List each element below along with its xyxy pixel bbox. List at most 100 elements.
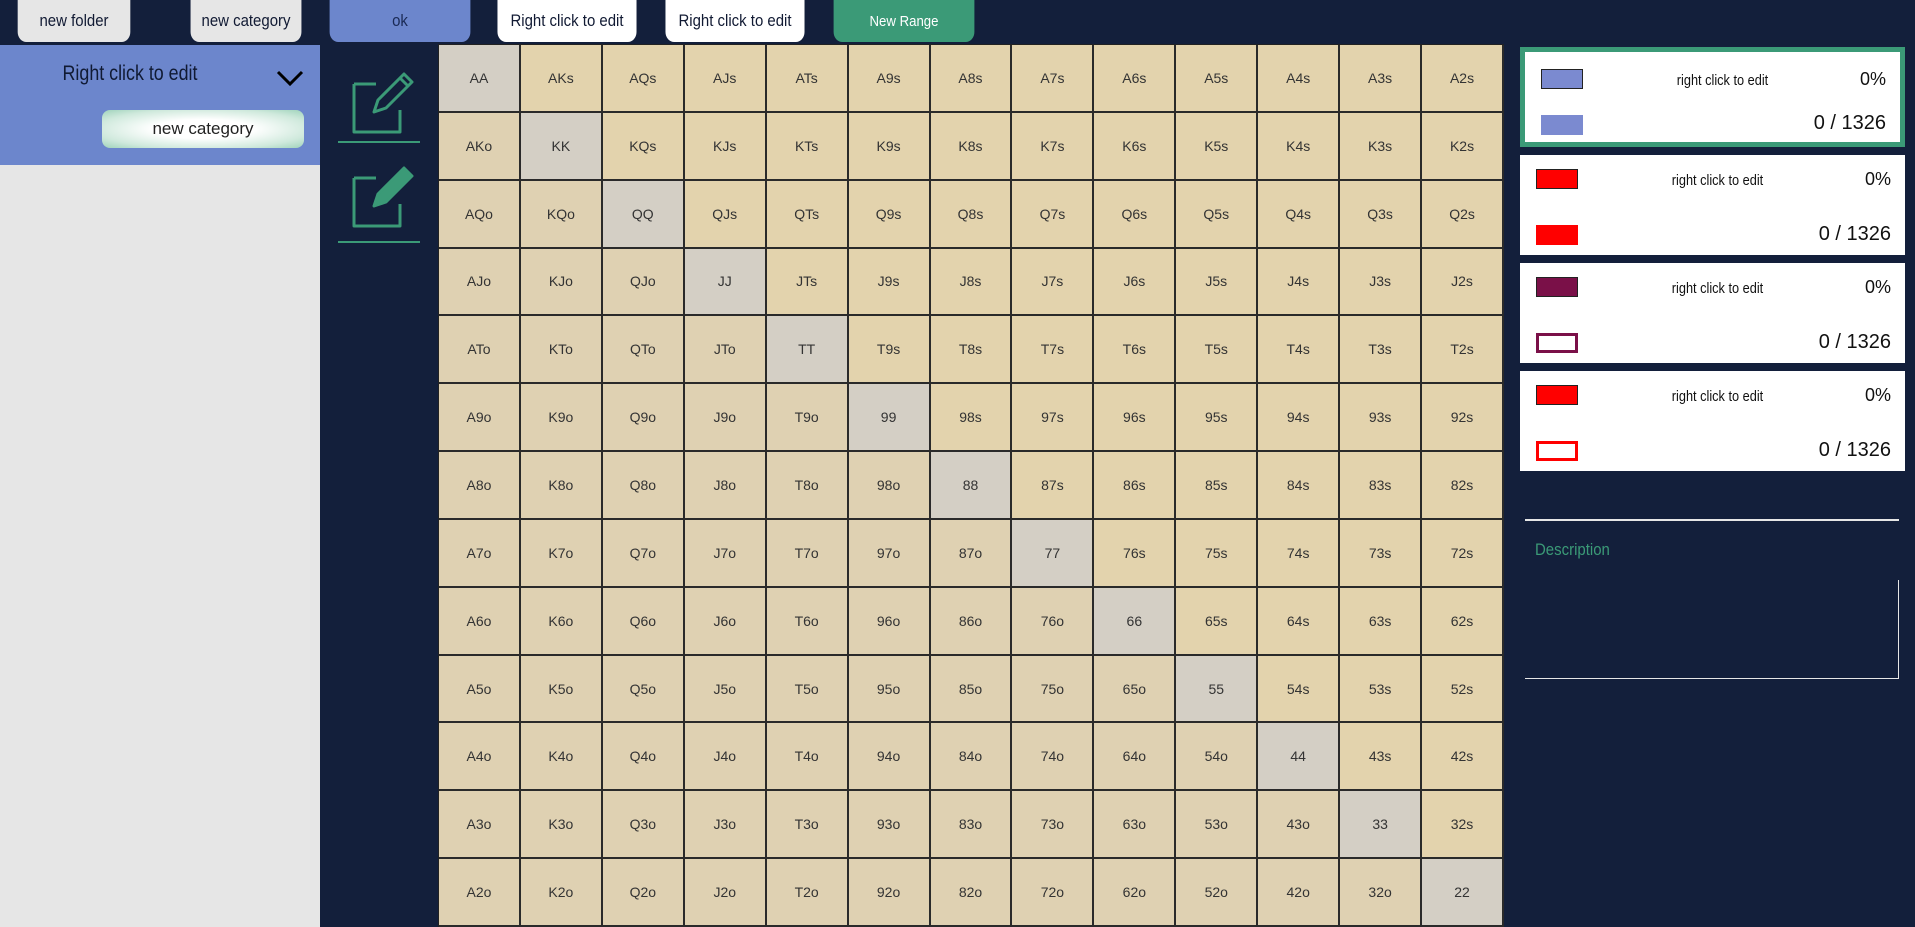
hand-cell[interactable]: 86s [1094,452,1177,520]
hand-cell[interactable]: J3s [1340,248,1423,317]
hand-cell[interactable]: 75o [1012,655,1095,724]
hand-cell[interactable]: 55 [1176,655,1259,724]
hand-cell[interactable]: 74s [1258,519,1341,588]
hand-cell[interactable]: ATs [766,45,849,113]
category-name-input[interactable] [102,110,304,148]
hand-cell[interactable]: J8s [930,248,1013,317]
hand-cell[interactable]: 94o [848,723,931,792]
hand-cell[interactable]: 54s [1258,655,1341,724]
hand-cell[interactable]: A4s [1258,45,1341,113]
legend-secondary-swatch[interactable] [1541,115,1583,135]
hand-cell[interactable]: 63o [1094,791,1177,860]
hand-cell[interactable]: 63s [1340,587,1423,656]
hand-cell[interactable]: T4s [1258,316,1341,385]
hand-cell[interactable]: 44 [1258,723,1341,792]
hand-cell[interactable]: T9o [766,384,849,453]
hand-cell[interactable]: JTo [684,316,767,385]
hand-cell[interactable]: AKo [439,112,521,181]
hand-cell[interactable]: 88 [930,452,1013,520]
hand-cell[interactable]: A5o [439,655,521,724]
hand-cell[interactable]: 43s [1340,723,1423,792]
legend-secondary-swatch[interactable] [1536,225,1578,245]
hand-cell[interactable]: T2s [1422,316,1504,385]
hand-cell[interactable]: J5s [1176,248,1259,317]
hand-cell[interactable]: Q8o [602,452,685,520]
hand-cell[interactable]: 64o [1094,723,1177,792]
hand-cell[interactable]: J7o [684,519,767,588]
hand-cell[interactable]: 74o [1012,723,1095,792]
hand-cell[interactable]: Q7o [602,519,685,588]
hand-cell[interactable]: K4s [1258,112,1341,181]
hand-cell[interactable]: T8s [930,316,1013,385]
hand-cell[interactable]: 84o [930,723,1013,792]
hand-cell[interactable]: 83o [930,791,1013,860]
hand-cell[interactable]: 64s [1258,587,1341,656]
hand-cell[interactable]: T9s [848,316,931,385]
hand-cell[interactable]: K6o [520,587,603,656]
hand-cell[interactable]: TT [766,316,849,385]
hand-cell[interactable]: 72s [1422,519,1504,588]
legend-color-swatch[interactable] [1541,69,1583,89]
legend-item-4[interactable]: right click to edit 0% 0 / 1326 [1520,371,1905,471]
legend-item-2[interactable]: right click to edit 0% 0 / 1326 [1520,155,1905,255]
hand-cell[interactable]: 76o [1012,587,1095,656]
hand-cell[interactable]: T2o [766,859,849,927]
hand-cell[interactable]: A6s [1094,45,1177,113]
hand-cell[interactable]: K3o [520,791,603,860]
hand-cell[interactable]: 43o [1258,791,1341,860]
hand-cell[interactable]: 96o [848,587,931,656]
hand-cell[interactable]: Q2o [602,859,685,927]
hand-cell[interactable]: 82o [930,859,1013,927]
hand-cell[interactable]: Q2s [1422,180,1504,249]
hand-cell[interactable]: 92s [1422,384,1504,453]
hand-cell[interactable]: K3s [1340,112,1423,181]
hand-cell[interactable]: K9o [520,384,603,453]
hand-cell[interactable]: KQo [520,180,603,249]
edit-outline-tool[interactable] [338,60,420,150]
new-folder-button[interactable]: new folder [17,0,131,42]
hand-cell[interactable]: T3s [1340,316,1423,385]
hand-cell[interactable]: A5s [1176,45,1259,113]
edit-fill-tool[interactable] [338,160,420,250]
hand-cell[interactable]: J9s [848,248,931,317]
hand-cell[interactable]: K5s [1176,112,1259,181]
hand-cell[interactable]: 92o [848,859,931,927]
hand-cell[interactable]: KK [520,112,603,181]
range-tab-2[interactable]: Right click to edit [665,0,805,42]
hand-cell[interactable]: 65s [1176,587,1259,656]
hand-cell[interactable]: 42o [1258,859,1341,927]
hand-cell[interactable]: JJ [684,248,767,317]
hand-cell[interactable]: K5o [520,655,603,724]
hand-cell[interactable]: 87o [930,519,1013,588]
hand-cell[interactable]: AQs [602,45,685,113]
hand-cell[interactable]: 52o [1176,859,1259,927]
hand-cell[interactable]: T8o [766,452,849,520]
hand-cell[interactable]: 98o [848,452,931,520]
legend-color-swatch[interactable] [1536,169,1578,189]
hand-cell[interactable]: QTo [602,316,685,385]
hand-cell[interactable]: QJs [684,180,767,249]
hand-cell[interactable]: 77 [1012,519,1095,588]
hand-cell[interactable]: J2s [1422,248,1504,317]
hand-cell[interactable]: T5o [766,655,849,724]
hand-cell[interactable]: A9s [848,45,931,113]
hand-cell[interactable]: Q5s [1176,180,1259,249]
new-range-tab[interactable]: New Range [833,0,975,42]
hand-cell[interactable]: J6s [1094,248,1177,317]
hand-cell[interactable]: 32s [1422,791,1504,860]
hand-cell[interactable]: Q9s [848,180,931,249]
hand-cell[interactable]: J3o [684,791,767,860]
hand-cell[interactable]: T6s [1094,316,1177,385]
legend-color-swatch[interactable] [1536,385,1578,405]
hand-cell[interactable]: J6o [684,587,767,656]
hand-cell[interactable]: 85o [930,655,1013,724]
hand-cell[interactable]: 42s [1422,723,1504,792]
legend-item-3[interactable]: right click to edit 0% 0 / 1326 [1520,263,1905,363]
hand-cell[interactable]: 32o [1340,859,1423,927]
folder-header[interactable]: Right click to edit [0,45,320,165]
hand-cell[interactable]: J2o [684,859,767,927]
hand-cell[interactable]: 82s [1422,452,1504,520]
hand-cell[interactable]: 73s [1340,519,1423,588]
hand-cell[interactable]: Q4s [1258,180,1341,249]
ok-button[interactable]: ok [329,0,471,42]
